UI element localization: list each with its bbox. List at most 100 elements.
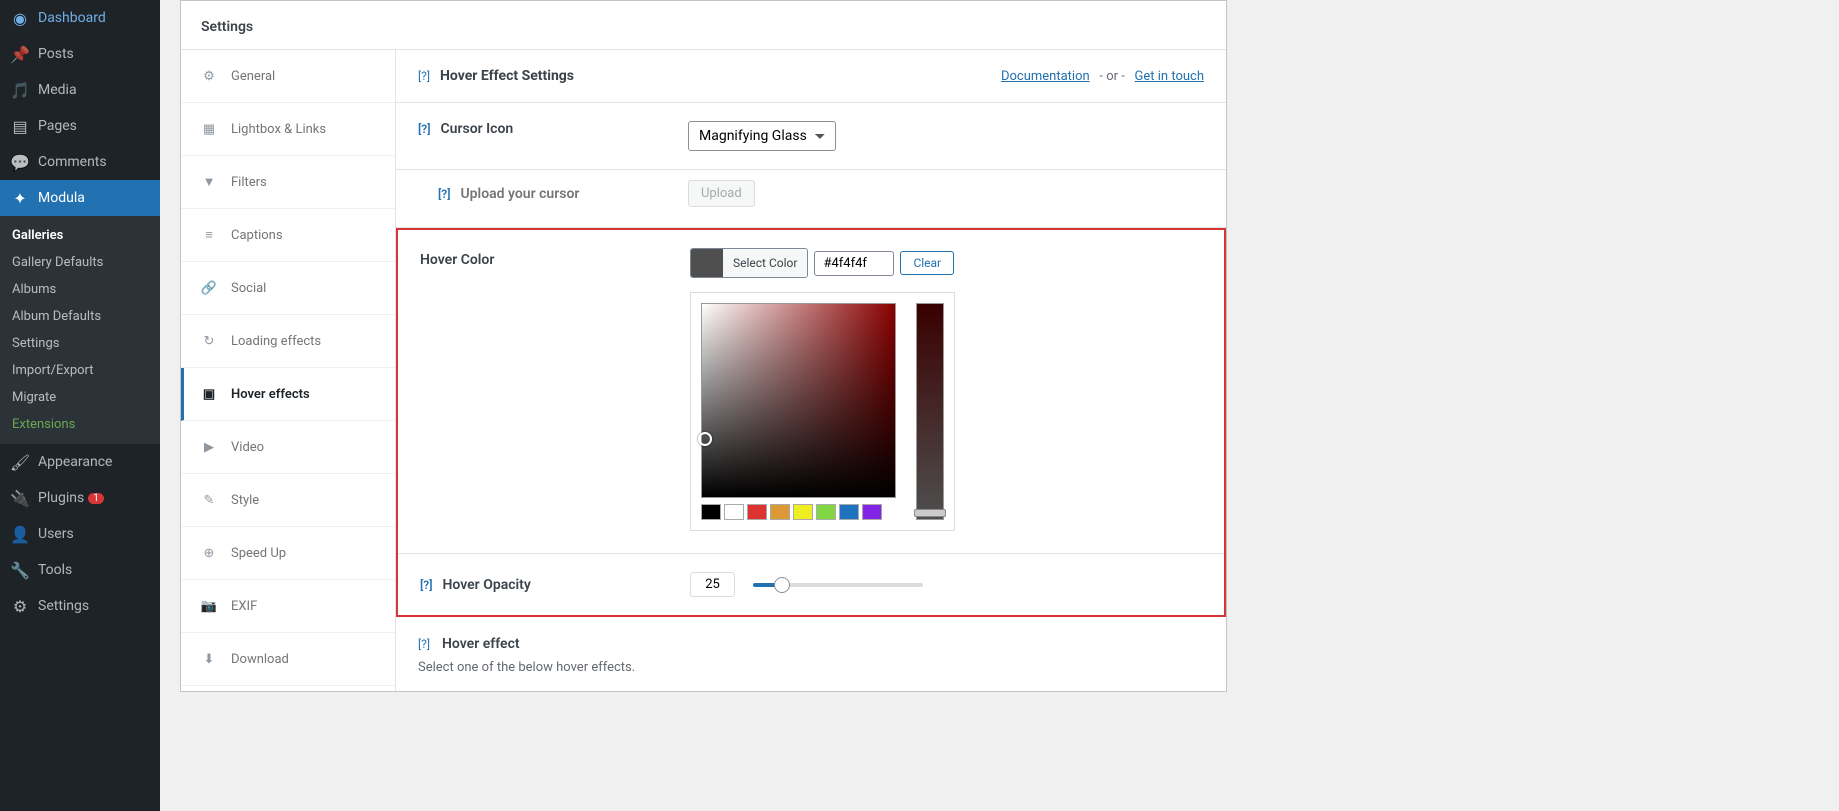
- help-icon[interactable]: [?]: [420, 578, 432, 592]
- saturation-box[interactable]: [701, 303, 896, 498]
- menu-pages[interactable]: ▤ Pages: [0, 108, 160, 144]
- submenu-album-defaults[interactable]: Album Defaults: [0, 303, 160, 330]
- opacity-input[interactable]: [690, 572, 735, 597]
- tab-label: Style: [231, 493, 259, 508]
- hover-effect-description: Select one of the below hover effects.: [418, 660, 1204, 675]
- page-icon: ▤: [10, 116, 30, 136]
- hue-handle[interactable]: [914, 509, 946, 517]
- tab-label: Lightbox & Links: [231, 122, 326, 137]
- menu-dashboard[interactable]: ◉ Dashboard: [0, 0, 160, 36]
- tab-hover[interactable]: ▣Hover effects: [181, 368, 395, 421]
- menu-users[interactable]: 👤 Users: [0, 516, 160, 552]
- menu-label: Tools: [38, 562, 72, 578]
- plugin-badge: 1: [88, 493, 104, 504]
- tab-label: Download: [231, 652, 289, 667]
- menu-label: Comments: [38, 154, 107, 170]
- tab-lightbox[interactable]: ▦Lightbox & Links: [181, 103, 395, 156]
- menu-modula[interactable]: ✦ Modula: [0, 180, 160, 216]
- select-color-button[interactable]: Select Color: [690, 248, 808, 278]
- submenu-import-export[interactable]: Import/Export: [0, 357, 160, 384]
- speed-icon: ⊕: [199, 543, 219, 563]
- menu-appearance[interactable]: 🖌 Appearance: [0, 444, 160, 480]
- comment-icon: 💬: [10, 152, 30, 172]
- camera-icon: 📷: [199, 596, 219, 616]
- menu-settings[interactable]: ⚙ Settings: [0, 588, 160, 624]
- submenu-extensions[interactable]: Extensions: [0, 411, 160, 438]
- settings-content: [?] Hover Effect Settings Documentation …: [396, 50, 1226, 691]
- menu-label: Dashboard: [38, 10, 106, 26]
- submenu-migrate[interactable]: Migrate: [0, 384, 160, 411]
- hover-opacity-label: Hover Opacity: [442, 577, 530, 593]
- palette-swatch[interactable]: [862, 504, 882, 520]
- documentation-link[interactable]: Documentation: [1001, 69, 1090, 84]
- submenu-galleries[interactable]: Galleries: [0, 222, 160, 249]
- palette-swatch[interactable]: [839, 504, 859, 520]
- palette-swatch[interactable]: [816, 504, 836, 520]
- wrench-icon: 🔧: [10, 560, 30, 580]
- upload-cursor-row: [?] Upload your cursor Upload: [396, 170, 1226, 228]
- palette-swatch[interactable]: [724, 504, 744, 520]
- palette-swatch[interactable]: [701, 504, 721, 520]
- tab-label: Filters: [231, 175, 267, 190]
- section-header: [?] Hover Effect Settings Documentation …: [396, 50, 1226, 103]
- submenu-gallery-defaults[interactable]: Gallery Defaults: [0, 249, 160, 276]
- palette-swatch[interactable]: [793, 504, 813, 520]
- hex-input[interactable]: [814, 251, 894, 276]
- saturation-handle[interactable]: [698, 432, 712, 446]
- get-in-touch-link[interactable]: Get in touch: [1135, 69, 1204, 84]
- help-icon[interactable]: [?]: [438, 187, 450, 201]
- link-separator: - or -: [1099, 69, 1124, 84]
- tab-social[interactable]: 🔗Social: [181, 262, 395, 315]
- palette-row: [701, 504, 896, 520]
- tab-loading[interactable]: ↻Loading effects: [181, 315, 395, 368]
- menu-media[interactable]: 🎵 Media: [0, 72, 160, 108]
- menu-plugins[interactable]: 🔌 Plugins 1: [0, 480, 160, 516]
- main-content: Settings ⚙General ▦Lightbox & Links ▼Fil…: [160, 0, 1839, 811]
- tab-label: EXIF: [231, 599, 257, 614]
- tab-style[interactable]: ✎ Style: [181, 474, 395, 527]
- help-icon[interactable]: [?]: [418, 122, 430, 136]
- dashboard-icon: ◉: [10, 8, 30, 28]
- help-icon[interactable]: [?]: [418, 69, 430, 83]
- palette-swatch[interactable]: [770, 504, 790, 520]
- select-color-label: Select Color: [723, 249, 807, 277]
- menu-posts[interactable]: 📌 Posts: [0, 36, 160, 72]
- hover-opacity-row: [?] Hover Opacity: [398, 553, 1224, 615]
- hover-color-row: Hover Color Select Color Clear: [398, 230, 1224, 553]
- tab-download[interactable]: ⬇ Download: [181, 633, 395, 686]
- upload-button[interactable]: Upload: [688, 180, 755, 207]
- opacity-slider[interactable]: [753, 583, 923, 587]
- clear-button[interactable]: Clear: [900, 251, 954, 275]
- plugin-icon: 🔌: [10, 488, 30, 508]
- menu-comments[interactable]: 💬 Comments: [0, 144, 160, 180]
- modula-icon: ✦: [10, 188, 30, 208]
- tab-exif[interactable]: 📷 EXIF: [181, 580, 395, 633]
- cursor-icon-label: Cursor Icon: [440, 121, 513, 137]
- cursor-icon-select[interactable]: Magnifying Glass: [688, 121, 836, 151]
- hover-icon: ▣: [199, 384, 219, 404]
- tab-speedup[interactable]: ⊕ Speed Up: [181, 527, 395, 580]
- brush-icon: ✎: [199, 490, 219, 510]
- section-links: Documentation - or - Get in touch: [1001, 69, 1204, 84]
- download-icon: ⬇: [199, 649, 219, 669]
- tab-label: Speed Up: [231, 546, 286, 561]
- tab-label: Video: [231, 440, 264, 455]
- hue-bar[interactable]: [916, 303, 944, 520]
- tab-video[interactable]: ▶Video: [181, 421, 395, 474]
- submenu-albums[interactable]: Albums: [0, 276, 160, 303]
- palette-swatch[interactable]: [747, 504, 767, 520]
- tab-captions[interactable]: ≡Captions: [181, 209, 395, 262]
- caption-icon: ≡: [199, 225, 219, 245]
- color-swatch: [691, 249, 723, 277]
- menu-tools[interactable]: 🔧 Tools: [0, 552, 160, 588]
- user-icon: 👤: [10, 524, 30, 544]
- slider-thumb[interactable]: [774, 577, 790, 593]
- tab-general[interactable]: ⚙General: [181, 50, 395, 103]
- help-icon[interactable]: [?]: [418, 637, 430, 651]
- tab-filters[interactable]: ▼Filters: [181, 156, 395, 209]
- color-picker: [690, 292, 955, 531]
- submenu-settings[interactable]: Settings: [0, 330, 160, 357]
- upload-cursor-label: Upload your cursor: [460, 186, 579, 202]
- settings-tabs: ⚙General ▦Lightbox & Links ▼Filters ≡Cap…: [181, 50, 396, 691]
- hover-color-label: Hover Color: [420, 252, 494, 268]
